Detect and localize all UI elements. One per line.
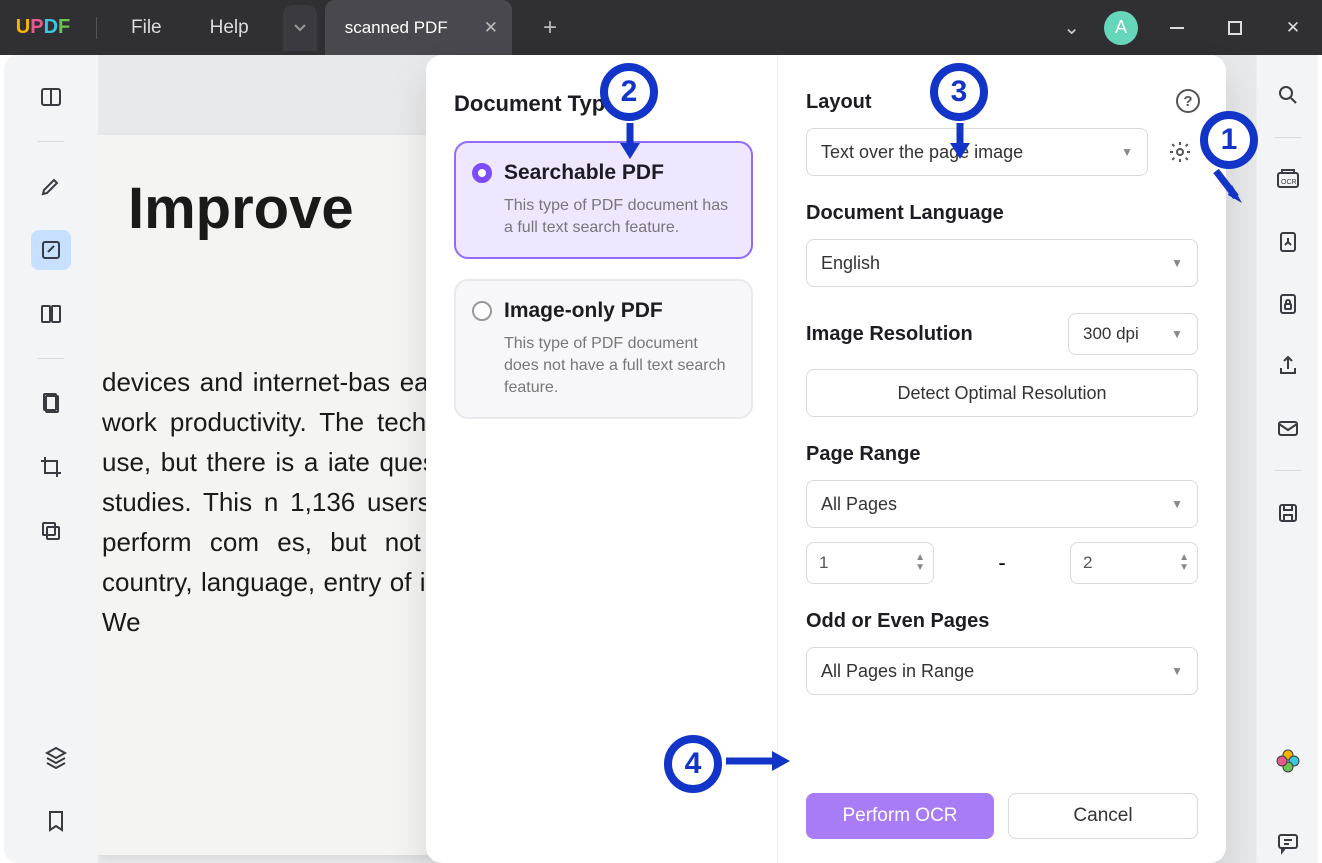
- crop-tool-icon[interactable]: [31, 447, 71, 487]
- divider: [96, 17, 97, 39]
- tab-scanned-pdf[interactable]: scanned PDF ✕: [325, 0, 512, 55]
- detect-resolution-button[interactable]: Detect Optimal Resolution: [806, 369, 1198, 417]
- highlight-tool-icon[interactable]: [31, 166, 71, 206]
- page-range-label: Page Range: [806, 443, 1198, 466]
- email-icon[interactable]: [1268, 408, 1308, 448]
- titlebar: UPDF File Help scanned PDF ✕ + ⌄ A ✕: [0, 0, 1322, 55]
- new-tab-button[interactable]: +: [530, 14, 570, 42]
- reader-mode-icon[interactable]: [31, 77, 71, 117]
- image-only-pdf-option[interactable]: Image-only PDF This type of PDF document…: [454, 279, 753, 419]
- search-icon[interactable]: [1268, 75, 1308, 115]
- panel-footer: Perform OCR Cancel: [806, 793, 1198, 839]
- language-label: Document Language: [806, 202, 1198, 225]
- option-desc: This type of PDF document does not have …: [504, 333, 735, 399]
- batch-tool-icon[interactable]: [31, 511, 71, 551]
- callout-3-arrow: [948, 121, 972, 163]
- left-bottom-toolbar: [36, 737, 76, 841]
- layout-label: Layout: [806, 91, 1198, 114]
- ocr-doc-type-section: Document Type Searchable PDF This type o…: [426, 55, 778, 863]
- account-dropdown-icon[interactable]: ⌄: [1049, 15, 1094, 40]
- comment-icon[interactable]: [1268, 823, 1308, 863]
- ocr-icon[interactable]: OCR: [1268, 160, 1308, 200]
- odd-even-label: Odd or Even Pages: [806, 610, 1198, 633]
- ocr-panel: Document Type Searchable PDF This type o…: [426, 55, 1226, 863]
- help-icon[interactable]: ?: [1176, 89, 1200, 113]
- window-controls: ⌄ A ✕: [1049, 0, 1322, 55]
- main-area: Improve devices and internet-bas eady us…: [4, 55, 1318, 863]
- edit-tool-icon[interactable]: [31, 230, 71, 270]
- option-title: Searchable PDF: [504, 161, 735, 185]
- separator: [38, 358, 64, 359]
- svg-text:OCR: OCR: [1281, 179, 1297, 186]
- compare-tool-icon[interactable]: [31, 294, 71, 334]
- callout-2-arrow: [618, 121, 642, 163]
- language-select[interactable]: English ▼: [806, 239, 1198, 287]
- tab-group: scanned PDF ✕ +: [283, 0, 570, 55]
- callout-2: 2: [600, 63, 658, 121]
- chevron-down-icon: ▼: [1171, 497, 1183, 511]
- page-to-value: 2: [1083, 553, 1092, 573]
- save-icon[interactable]: [1268, 493, 1308, 533]
- menu-help[interactable]: Help: [186, 17, 273, 39]
- layout-select[interactable]: Text over the page image ▼: [806, 128, 1148, 176]
- app-logo: UPDF: [0, 16, 86, 39]
- callout-3: 3: [930, 63, 988, 121]
- callout-1-arrow: [1210, 167, 1246, 211]
- page-from-value: 1: [819, 553, 828, 573]
- separator: [1275, 137, 1301, 138]
- resolution-label: Image Resolution: [806, 323, 973, 346]
- callout-1: 1: [1200, 111, 1258, 169]
- tab-close-icon[interactable]: ✕: [484, 18, 498, 38]
- layers-icon[interactable]: [36, 737, 76, 777]
- range-separator: -: [998, 550, 1005, 576]
- tab-list-dropdown[interactable]: [283, 5, 317, 51]
- protect-icon[interactable]: [1268, 284, 1308, 324]
- option-desc: This type of PDF document has a full tex…: [504, 195, 735, 239]
- menu-file[interactable]: File: [107, 17, 186, 39]
- odd-even-value: All Pages in Range: [821, 661, 974, 682]
- resolution-value: 300 dpi: [1083, 324, 1139, 344]
- minimize-button[interactable]: [1148, 0, 1206, 55]
- maximize-button[interactable]: [1206, 0, 1264, 55]
- avatar[interactable]: A: [1104, 11, 1138, 45]
- callout-4-arrow: [724, 749, 794, 773]
- bookmark-icon[interactable]: [36, 801, 76, 841]
- odd-even-select[interactable]: All Pages in Range ▼: [806, 647, 1198, 695]
- searchable-pdf-option[interactable]: Searchable PDF This type of PDF document…: [454, 141, 753, 259]
- cancel-button[interactable]: Cancel: [1008, 793, 1198, 839]
- option-title: Image-only PDF: [504, 299, 735, 323]
- right-toolbar: OCR: [1256, 55, 1318, 863]
- radio-dot-icon: [472, 301, 492, 321]
- page-range-select[interactable]: All Pages ▼: [806, 480, 1198, 528]
- spin-buttons[interactable]: ▲▼: [1179, 553, 1189, 573]
- share-icon[interactable]: [1268, 346, 1308, 386]
- close-button[interactable]: ✕: [1264, 0, 1322, 55]
- perform-ocr-button[interactable]: Perform OCR: [806, 793, 994, 839]
- page-range-value: All Pages: [821, 494, 897, 515]
- separator: [38, 141, 64, 142]
- updf-flower-icon[interactable]: [1268, 741, 1308, 781]
- page-from-input[interactable]: 1 ▲▼: [806, 542, 934, 584]
- tab-title: scanned PDF: [345, 18, 448, 38]
- radio-dot-icon: [472, 163, 492, 183]
- layout-settings-icon[interactable]: [1162, 134, 1198, 170]
- chevron-down-icon: ▼: [1171, 256, 1183, 270]
- layout-value: Text over the page image: [821, 142, 1023, 163]
- separator: [1275, 470, 1301, 471]
- convert-icon[interactable]: [1268, 222, 1308, 262]
- chevron-down-icon: ▼: [1171, 327, 1183, 341]
- organize-tool-icon[interactable]: [31, 383, 71, 423]
- callout-4: 4: [664, 735, 722, 793]
- chevron-down-icon: ▼: [1121, 145, 1133, 159]
- page-to-input[interactable]: 2 ▲▼: [1070, 542, 1198, 584]
- resolution-select[interactable]: 300 dpi ▼: [1068, 313, 1198, 355]
- spin-buttons[interactable]: ▲▼: [915, 553, 925, 573]
- chevron-down-icon: ▼: [1171, 664, 1183, 678]
- language-value: English: [821, 253, 880, 274]
- ocr-settings-section: ? Layout Text over the page image ▼ Docu…: [778, 55, 1226, 863]
